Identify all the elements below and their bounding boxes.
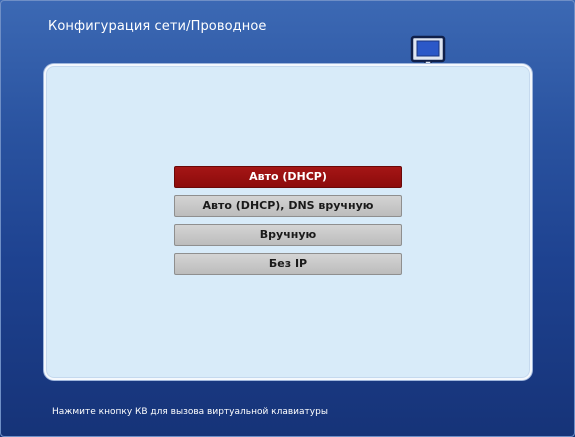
menu-item-manual[interactable]: Вручную xyxy=(174,224,402,246)
page-title: Конфигурация сети/Проводное xyxy=(48,19,267,34)
menu-item-auto-dhcp[interactable]: Авто (DHCP) xyxy=(174,166,402,188)
menu-item-auto-dhcp-manual-dns[interactable]: Авто (DHCP), DNS вручную xyxy=(174,195,402,217)
menu-item-no-ip[interactable]: Без IP xyxy=(174,253,402,275)
ip-mode-menu: Авто (DHCP) Авто (DHCP), DNS вручную Вру… xyxy=(174,166,402,282)
keyboard-hint: Нажмите кнопку КВ для вызова виртуальной… xyxy=(52,407,328,417)
